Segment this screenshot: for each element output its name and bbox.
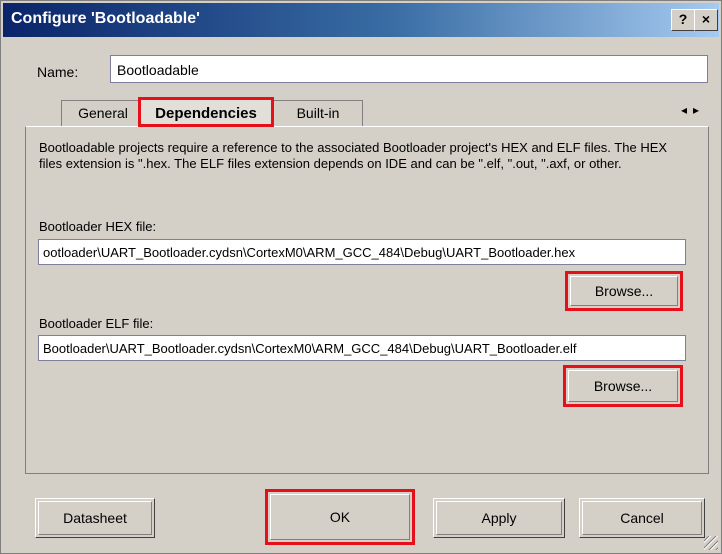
datasheet-button[interactable]: Datasheet xyxy=(35,498,155,538)
tab-scroll-left-icon[interactable]: ◂ xyxy=(681,103,693,117)
elf-file-label: Bootloader ELF file: xyxy=(39,316,154,331)
window-title: Configure 'Bootloadable' xyxy=(11,10,200,27)
tab-dependencies[interactable]: Dependencies xyxy=(138,97,274,127)
close-button[interactable]: × xyxy=(694,9,718,31)
elf-browse-label: Browse... xyxy=(593,378,653,394)
tab-built-in[interactable]: Built-in xyxy=(273,100,363,126)
ok-button[interactable]: OK xyxy=(265,489,415,545)
help-button[interactable]: ? xyxy=(671,9,695,31)
cancel-label: Cancel xyxy=(620,510,664,526)
apply-label: Apply xyxy=(481,510,517,526)
tab-scroll-arrows[interactable]: ◂▸ xyxy=(681,103,705,117)
apply-button[interactable]: Apply xyxy=(433,498,565,538)
hex-file-label: Bootloader HEX file: xyxy=(39,219,157,234)
name-input[interactable]: Bootloadable xyxy=(110,55,708,83)
configure-dialog: Configure 'Bootloadable' ? × Name: Bootl… xyxy=(0,0,722,554)
name-label: Name: xyxy=(37,64,79,80)
tab-scroll-right-icon[interactable]: ▸ xyxy=(693,103,705,117)
hex-browse-button[interactable]: Browse... xyxy=(565,271,683,311)
resize-grip-icon[interactable] xyxy=(704,536,718,550)
datasheet-label: Datasheet xyxy=(63,510,127,526)
cancel-button[interactable]: Cancel xyxy=(579,498,705,538)
ok-label: OK xyxy=(329,509,351,525)
tab-general[interactable]: General xyxy=(61,100,145,126)
description-text: Bootloadable projects require a referenc… xyxy=(39,140,668,171)
elf-file-input[interactable]: Bootloader\UART_Bootloader.cydsn\CortexM… xyxy=(38,335,686,361)
title-bar[interactable]: Configure 'Bootloadable' ? × xyxy=(3,3,719,37)
hex-browse-label: Browse... xyxy=(594,283,654,299)
hex-file-input[interactable]: ootloader\UART_Bootloader.cydsn\CortexM0… xyxy=(38,239,686,265)
elf-browse-button[interactable]: Browse... xyxy=(563,365,683,407)
